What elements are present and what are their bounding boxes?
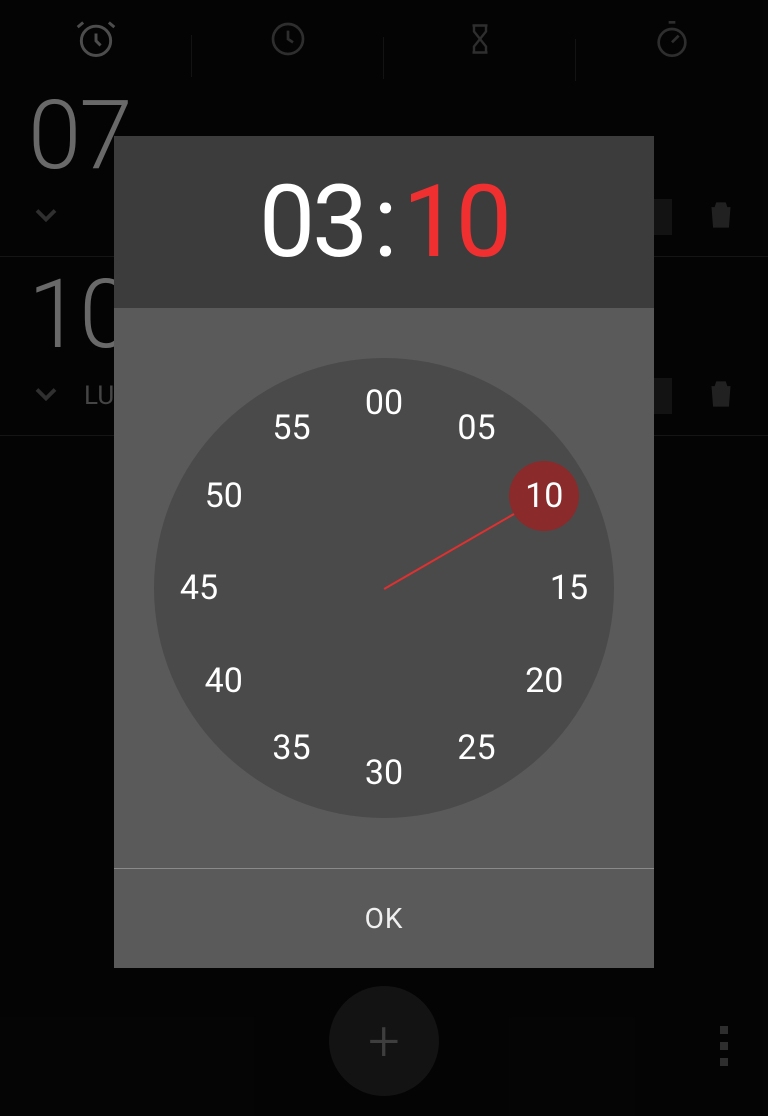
clock-face[interactable]: 00 0510 15 2025 30 3540 45 5055: [154, 358, 614, 818]
hour-value[interactable]: 03: [259, 164, 365, 281]
time-picker-dialog: 03 : 10 000510152025303540455055 OK: [114, 136, 654, 968]
minute-value[interactable]: 10: [403, 164, 509, 281]
minute-tick-30[interactable]: 30: [354, 753, 414, 793]
minute-tick-20[interactable]: 20: [514, 661, 574, 701]
minute-tick-05[interactable]: 05: [447, 408, 507, 448]
minute-tick-40[interactable]: 40: [194, 661, 254, 701]
minute-tick-35[interactable]: 35: [262, 728, 322, 768]
time-display: 03 : 10: [114, 136, 654, 308]
minute-tick-15[interactable]: 15: [539, 568, 599, 608]
minute-tick-50[interactable]: 50: [194, 476, 254, 516]
clock-hand: [384, 501, 536, 590]
dialog-actions: OK: [114, 868, 654, 968]
minute-tick-55[interactable]: 55: [262, 408, 322, 448]
time-colon: :: [373, 164, 394, 281]
ok-button[interactable]: OK: [365, 902, 404, 935]
minute-tick-25[interactable]: 25: [447, 728, 507, 768]
minute-tick-45[interactable]: 45: [169, 568, 229, 608]
clock-face-area: 00 0510 15 2025 30 3540 45 5055: [114, 308, 654, 868]
minute-tick-10[interactable]: 10: [514, 476, 574, 516]
minute-tick-00[interactable]: 00: [354, 383, 414, 423]
